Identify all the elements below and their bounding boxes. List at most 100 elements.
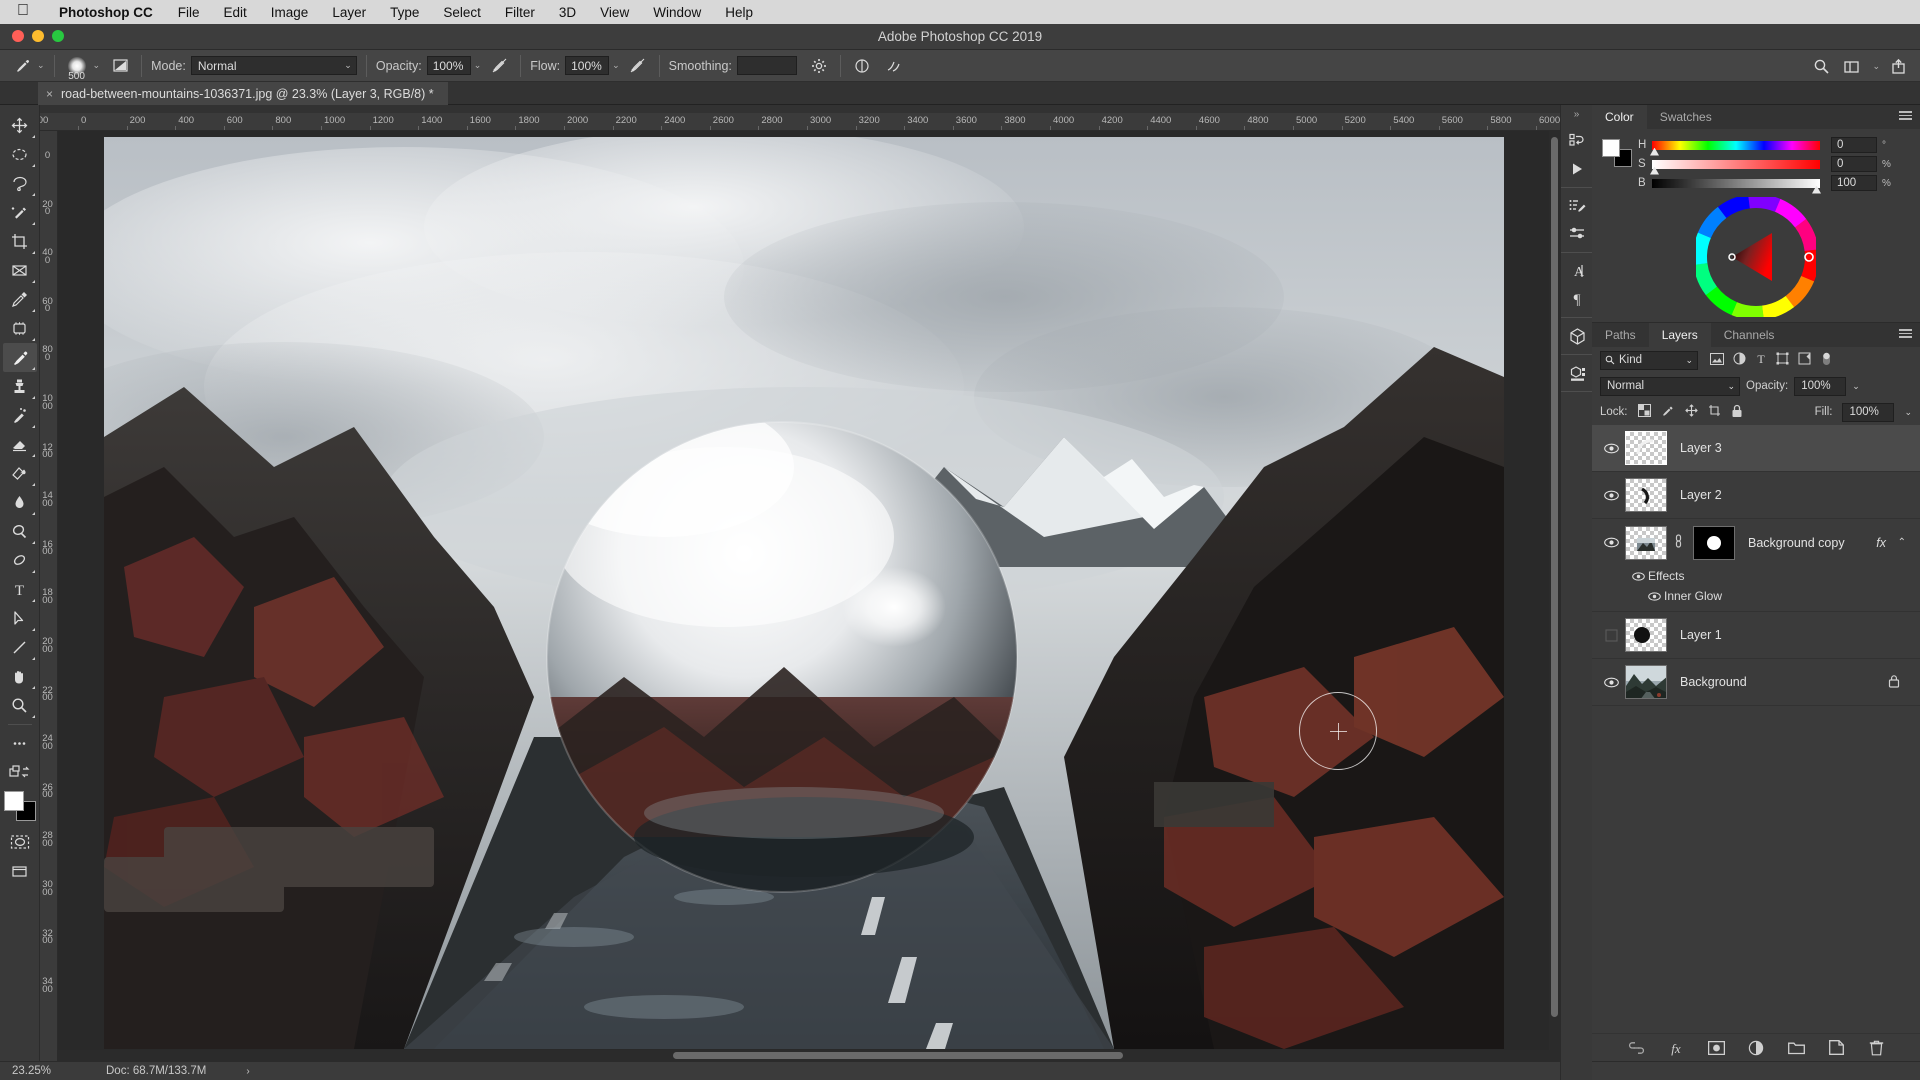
document-canvas[interactable] bbox=[104, 137, 1504, 1049]
brush-presets-icon[interactable] bbox=[1561, 220, 1593, 248]
menu-item-file[interactable]: File bbox=[166, 5, 212, 20]
layer-thumbnail[interactable] bbox=[1625, 525, 1667, 560]
horizontal-ruler[interactable]: 2000200400600800100012001400160018002000… bbox=[40, 113, 1560, 131]
lock-image-pixels-icon[interactable] bbox=[1661, 404, 1675, 420]
brush-size-preview[interactable]: 500 bbox=[64, 53, 90, 82]
quick-mask-tool[interactable] bbox=[3, 827, 37, 856]
tab-channels[interactable]: Channels bbox=[1711, 323, 1788, 347]
flow-input[interactable]: 100% bbox=[565, 56, 610, 75]
airbrush-icon[interactable] bbox=[626, 54, 650, 78]
layer-row-background-copy[interactable]: Background copy fx ⌃ bbox=[1592, 519, 1920, 566]
panel-menu-icon[interactable] bbox=[1899, 329, 1912, 338]
layer-visibility-toggle[interactable] bbox=[1600, 490, 1622, 501]
saturation-slider[interactable] bbox=[1650, 159, 1820, 175]
layer-effects-badge[interactable]: fx bbox=[1876, 536, 1886, 550]
apple-menu-icon[interactable]:  bbox=[0, 2, 46, 22]
filter-pixel-icon[interactable] bbox=[1710, 352, 1724, 368]
tab-paths[interactable]: Paths bbox=[1592, 323, 1649, 347]
search-icon[interactable] bbox=[1809, 54, 1833, 78]
foreground-color-swatch[interactable] bbox=[3, 791, 24, 811]
tab-color[interactable]: Color bbox=[1592, 105, 1647, 129]
screen-mode-tool[interactable] bbox=[3, 758, 37, 787]
eraser-tool[interactable] bbox=[3, 430, 37, 459]
fx-icon[interactable]: fx bbox=[1667, 1039, 1685, 1057]
filter-shape-icon[interactable] bbox=[1776, 352, 1789, 368]
paragraph-icon[interactable]: ¶ bbox=[1561, 285, 1593, 313]
frame-tool[interactable] bbox=[3, 256, 37, 285]
clone-stamp-tool[interactable] bbox=[3, 372, 37, 401]
menu-item-filter[interactable]: Filter bbox=[493, 5, 547, 20]
layer-visibility-toggle[interactable] bbox=[1600, 677, 1622, 688]
tablet-pressure-icon[interactable] bbox=[882, 54, 906, 78]
foreground-background-color[interactable] bbox=[3, 791, 36, 821]
layer-mask-thumbnail[interactable] bbox=[1693, 525, 1735, 560]
layer-thumbnail[interactable] bbox=[1625, 665, 1667, 699]
menu-item-type[interactable]: Type bbox=[378, 5, 431, 20]
hue-value[interactable]: 0 bbox=[1831, 137, 1877, 153]
hue-slider[interactable] bbox=[1650, 140, 1820, 156]
filter-smart-object-icon[interactable] bbox=[1798, 352, 1811, 368]
layer-visibility-toggle[interactable] bbox=[1600, 629, 1622, 642]
layer-blend-mode-select[interactable]: Normal ⌄ bbox=[1600, 376, 1740, 396]
filter-adjustment-icon[interactable] bbox=[1733, 352, 1746, 368]
type-tool[interactable]: T bbox=[3, 575, 37, 604]
flow-chevron-icon[interactable]: ⌄ bbox=[612, 60, 620, 71]
workspace-icon[interactable] bbox=[1839, 54, 1863, 78]
fill-chevron-icon[interactable]: ⌄ bbox=[1904, 407, 1912, 418]
elliptical-marquee-tool[interactable] bbox=[3, 140, 37, 169]
layer-name[interactable]: Background copy bbox=[1748, 536, 1845, 550]
layer-row-layer-2[interactable]: Layer 2 bbox=[1592, 472, 1920, 519]
brush-size-chevron-icon[interactable]: ⌄ bbox=[93, 60, 101, 71]
maximize-button[interactable] bbox=[52, 30, 64, 42]
layer-name[interactable]: Layer 3 bbox=[1680, 441, 1722, 455]
foreground-color-swatch[interactable] bbox=[1602, 139, 1620, 157]
fill-value[interactable]: 100% bbox=[1842, 402, 1895, 422]
color-wheel[interactable] bbox=[1693, 194, 1819, 320]
layer-name[interactable]: Layer 1 bbox=[1680, 628, 1722, 642]
scrollbar-thumb[interactable] bbox=[1551, 137, 1558, 1017]
share-icon[interactable] bbox=[1886, 54, 1910, 78]
brightness-slider[interactable] bbox=[1652, 178, 1821, 194]
brush-settings-icon[interactable] bbox=[1561, 192, 1593, 220]
smoothing-input[interactable] bbox=[736, 56, 797, 75]
lock-all-icon[interactable] bbox=[1731, 404, 1743, 421]
delete-icon[interactable] bbox=[1867, 1039, 1885, 1057]
smoothing-options-gear-icon[interactable] bbox=[807, 54, 831, 78]
effects-visibility-toggle[interactable] bbox=[1628, 571, 1648, 581]
document-tab[interactable]: × road-between-mountains-1036371.jpg @ 2… bbox=[38, 82, 448, 105]
zoom-level[interactable]: 23.25% bbox=[0, 1065, 92, 1077]
link-icon[interactable] bbox=[1627, 1039, 1645, 1057]
layer-thumbnail[interactable] bbox=[1625, 618, 1667, 652]
layer-row-background[interactable]: Background bbox=[1592, 659, 1920, 706]
minimize-button[interactable] bbox=[32, 30, 44, 42]
layer-visibility-toggle[interactable] bbox=[1600, 443, 1622, 454]
menu-item-image[interactable]: Image bbox=[259, 5, 321, 20]
move-tool[interactable] bbox=[3, 111, 37, 140]
line-tool[interactable] bbox=[3, 633, 37, 662]
canvas-horizontal-scrollbar[interactable] bbox=[58, 1050, 1560, 1061]
edit-toolbar-tool[interactable] bbox=[3, 729, 37, 758]
collapse-panels-icon[interactable]: » bbox=[1561, 105, 1592, 123]
opacity-input[interactable]: 100% bbox=[426, 56, 471, 75]
new-layer-icon[interactable] bbox=[1827, 1039, 1845, 1057]
brush-preset-chevron-icon[interactable]: ⌄ bbox=[37, 60, 45, 71]
menu-item-3d[interactable]: 3D bbox=[547, 5, 588, 20]
canvas-vertical-scrollbar[interactable] bbox=[1549, 131, 1560, 1061]
saturation-value[interactable]: 0 bbox=[1831, 156, 1877, 172]
3d-icon[interactable] bbox=[1561, 322, 1593, 350]
spot-healing-brush-tool[interactable] bbox=[3, 314, 37, 343]
filter-toggle[interactable] bbox=[1820, 351, 1833, 370]
lock-position-icon[interactable] bbox=[1684, 404, 1698, 420]
status-menu-arrow-icon[interactable]: › bbox=[206, 1066, 249, 1077]
lasso-tool[interactable] bbox=[3, 169, 37, 198]
menu-app-name[interactable]: Photoshop CC bbox=[46, 5, 166, 20]
opacity-chevron-icon[interactable]: ⌄ bbox=[1852, 381, 1860, 392]
menu-item-help[interactable]: Help bbox=[713, 5, 765, 20]
opacity-chevron-icon[interactable]: ⌄ bbox=[474, 60, 482, 71]
properties-icon[interactable] bbox=[1561, 359, 1593, 387]
adjustment-icon[interactable] bbox=[1747, 1039, 1765, 1057]
screen-mode-cycle-tool[interactable] bbox=[3, 856, 37, 885]
brush-panel-toggle-icon[interactable] bbox=[108, 54, 132, 78]
layer-effect-inner-glow-row[interactable]: Inner Glow bbox=[1592, 586, 1920, 606]
brush-tool[interactable] bbox=[2, 343, 37, 372]
